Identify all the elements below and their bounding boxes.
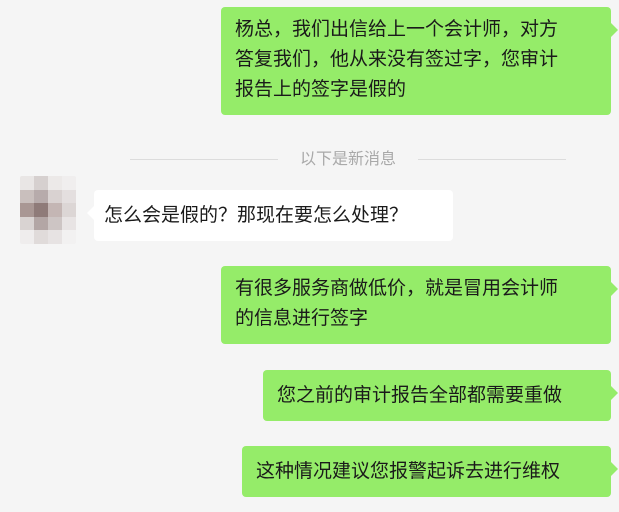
avatar-pixel — [34, 230, 48, 244]
avatar-pixel — [62, 230, 76, 244]
new-messages-divider: 以下是新消息 — [0, 146, 619, 172]
avatar-pixel — [20, 230, 34, 244]
message-text-line: 答复我们，他从来没有签过字，您审计 — [235, 48, 559, 70]
contact-avatar[interactable] — [20, 176, 76, 244]
message-text-line: 怎么会是假的？那现在要怎么处理？ — [104, 204, 409, 226]
incoming-message-bubble[interactable]: 怎么会是假的？那现在要怎么处理？ — [87, 190, 453, 241]
divider-line-left — [130, 159, 278, 160]
message-text-line: 杨总，我们出信给上一个会计师，对方 — [235, 18, 559, 40]
avatar-pixel — [62, 216, 76, 231]
avatar-pixel — [48, 176, 62, 190]
message-text-line: 的信息进行签字 — [235, 307, 369, 329]
avatar-pixel — [48, 203, 62, 217]
divider-line-right — [418, 159, 566, 160]
avatar-pixel — [34, 176, 48, 190]
avatar-pixel — [34, 216, 48, 231]
avatar-pixel — [34, 189, 48, 204]
avatar-pixel — [34, 203, 48, 217]
message-text-line: 报告上的签字是假的 — [235, 78, 407, 100]
outgoing-message-bubble[interactable]: 有很多服务商做低价，就是冒用会计师 的信息进行签字 — [221, 266, 618, 344]
outgoing-message-bubble[interactable]: 您之前的审计报告全部都需要重做 — [263, 370, 618, 421]
avatar-pixel — [48, 230, 62, 244]
divider-label: 以下是新消息 — [299, 149, 396, 168]
avatar-pixel — [62, 203, 76, 217]
avatar-pixel — [48, 189, 62, 204]
outgoing-message-bubble[interactable]: 杨总，我们出信给上一个会计师，对方 答复我们，他从来没有签过字，您审计 报告上的… — [221, 7, 618, 115]
message-text-line: 有很多服务商做低价，就是冒用会计师 — [235, 277, 559, 299]
avatar-pixel — [20, 189, 34, 204]
message-text-line: 您之前的审计报告全部都需要重做 — [277, 384, 563, 406]
avatar-pixel — [48, 216, 62, 231]
message-text-line: 这种情况建议您报警起诉去进行维权 — [256, 460, 561, 482]
avatar-pixel — [20, 203, 34, 217]
avatar-pixel — [62, 189, 76, 204]
outgoing-message-bubble[interactable]: 这种情况建议您报警起诉去进行维权 — [242, 446, 618, 497]
avatar-pixel — [20, 176, 34, 190]
avatar-pixel — [20, 216, 34, 231]
avatar-pixel — [62, 176, 76, 190]
